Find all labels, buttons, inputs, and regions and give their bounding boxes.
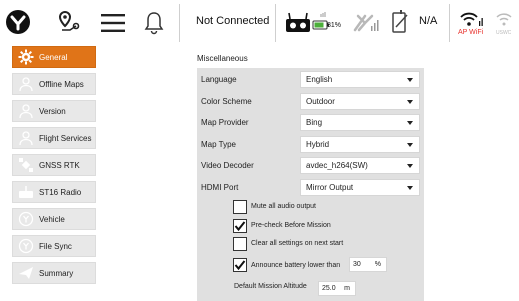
checkbox-label: Mute all audio output <box>251 203 316 210</box>
caret-down-icon <box>407 163 413 168</box>
caret-down-icon <box>407 185 413 190</box>
setting-label-color-scheme: Color Scheme <box>201 97 252 106</box>
uswc-label: USWC <box>496 30 512 36</box>
dropdown-value: Mirror Output <box>306 183 354 192</box>
toolbar-divider <box>449 4 450 42</box>
setting-label-map-type: Map Type <box>201 140 236 149</box>
sidebar-item-label: Flight Services <box>39 133 92 143</box>
wifi-icon[interactable] <box>459 10 485 28</box>
rc-controller-icon[interactable] <box>284 12 312 34</box>
section-title: Miscellaneous <box>197 54 248 63</box>
toolbar-divider <box>275 4 276 42</box>
mute-audio-checkbox[interactable] <box>233 200 247 214</box>
color-scheme-dropdown[interactable]: Outdoor <box>300 93 420 110</box>
paper-plane-icon <box>17 264 35 282</box>
dropdown-value: avdec_h264(SW) <box>306 161 368 170</box>
person-icon <box>17 129 35 147</box>
map-provider-dropdown[interactable]: Bing <box>300 114 420 131</box>
sidebar-item-label: ST16 Radio <box>39 187 82 197</box>
checkmark-icon <box>234 260 246 271</box>
hdmi-port-dropdown[interactable]: Mirror Output <box>300 179 420 196</box>
map-type-dropdown[interactable]: Hybrid <box>300 136 420 153</box>
dropdown-value: Hybrid <box>306 140 330 149</box>
wifi-secondary-icon <box>494 10 514 28</box>
input-unit: % <box>374 261 381 268</box>
toolbar-divider <box>179 4 180 42</box>
connection-status: Not Connected <box>196 15 270 27</box>
bell-icon[interactable] <box>143 10 165 36</box>
input-unit: m <box>344 285 350 292</box>
hamburger-menu-icon[interactable] <box>100 12 126 34</box>
checkmark-icon <box>234 221 246 232</box>
battery-percent: 81% <box>327 22 342 29</box>
dropdown-value: Bing <box>306 118 323 127</box>
checkbox-label: Announce battery lower than <box>251 262 341 269</box>
sidebar-item-general[interactable]: General <box>12 46 96 68</box>
sidebar-item-label: GNSS RTK <box>39 160 80 170</box>
sidebar-item-label: File Sync <box>39 241 72 251</box>
caret-down-icon <box>407 77 413 82</box>
setting-label-video-decoder: Video Decoder <box>201 161 254 170</box>
sidebar-item-vehicle[interactable]: Vehicle <box>12 208 96 230</box>
sidebar-item-offline-maps[interactable]: Offline Maps <box>12 73 96 95</box>
mission-altitude-label: Default Mission Altitude <box>234 283 307 290</box>
setting-label-language: Language <box>201 75 237 84</box>
caret-down-icon <box>407 99 413 104</box>
sidebar-item-version[interactable]: Version <box>12 100 96 122</box>
satellite-icon <box>17 156 35 174</box>
dropdown-value: Outdoor <box>306 97 335 106</box>
mission-altitude-input[interactable]: 25.0 m <box>318 281 356 296</box>
clear-settings-checkbox[interactable] <box>233 237 247 251</box>
gps-status: N/A <box>419 15 438 27</box>
precheck-mission-checkbox[interactable] <box>233 219 247 233</box>
caret-down-icon <box>407 142 413 147</box>
map-user-icon <box>17 75 35 93</box>
drone-icon <box>17 237 35 255</box>
drone-icon <box>17 210 35 228</box>
battery-threshold-input[interactable]: 30 % <box>349 257 387 272</box>
sidebar-item-label: Summary <box>39 268 74 278</box>
sidebar-item-gnss-rtk[interactable]: GNSS RTK <box>12 154 96 176</box>
sidebar-item-label: Offline Maps <box>39 79 84 89</box>
settings-sidebar: General Offline Maps Version Flight Serv… <box>0 44 103 301</box>
top-toolbar: Not Connected 81% N/A AP WiFi USWC <box>0 0 519 44</box>
gear-icon <box>17 48 35 66</box>
sidebar-item-summary[interactable]: Summary <box>12 262 96 284</box>
setting-label-hdmi-port: HDMI Port <box>201 183 239 192</box>
dropdown-value: English <box>306 75 333 84</box>
sidebar-item-label: Vehicle <box>39 214 65 224</box>
person-icon <box>17 102 35 120</box>
sidebar-item-st16-radio[interactable]: ST16 Radio <box>12 181 96 203</box>
input-value: 30 <box>353 261 361 268</box>
sidebar-item-flight-services[interactable]: Flight Services <box>12 127 96 149</box>
input-value: 25.0 <box>322 285 336 292</box>
gps-device-icon <box>389 9 411 35</box>
sidebar-item-label: Version <box>39 106 66 116</box>
caret-down-icon <box>407 120 413 125</box>
video-decoder-dropdown[interactable]: avdec_h264(SW) <box>300 157 420 174</box>
sidebar-item-label: General <box>39 52 68 62</box>
ap-wifi-label: AP WiFi <box>458 29 484 36</box>
checkbox-label: Clear all settings on next start <box>251 240 344 247</box>
announce-battery-checkbox[interactable] <box>233 258 247 272</box>
radio-icon <box>17 183 35 201</box>
drone-signal-icon <box>352 12 380 34</box>
app-logo-icon[interactable] <box>4 8 32 36</box>
language-dropdown[interactable]: English <box>300 71 420 88</box>
checkbox-label: Pre-check Before Mission <box>251 222 331 229</box>
setting-label-map-provider: Map Provider <box>201 118 249 127</box>
plan-flight-icon[interactable] <box>56 9 82 35</box>
sidebar-item-file-sync[interactable]: File Sync <box>12 235 96 257</box>
